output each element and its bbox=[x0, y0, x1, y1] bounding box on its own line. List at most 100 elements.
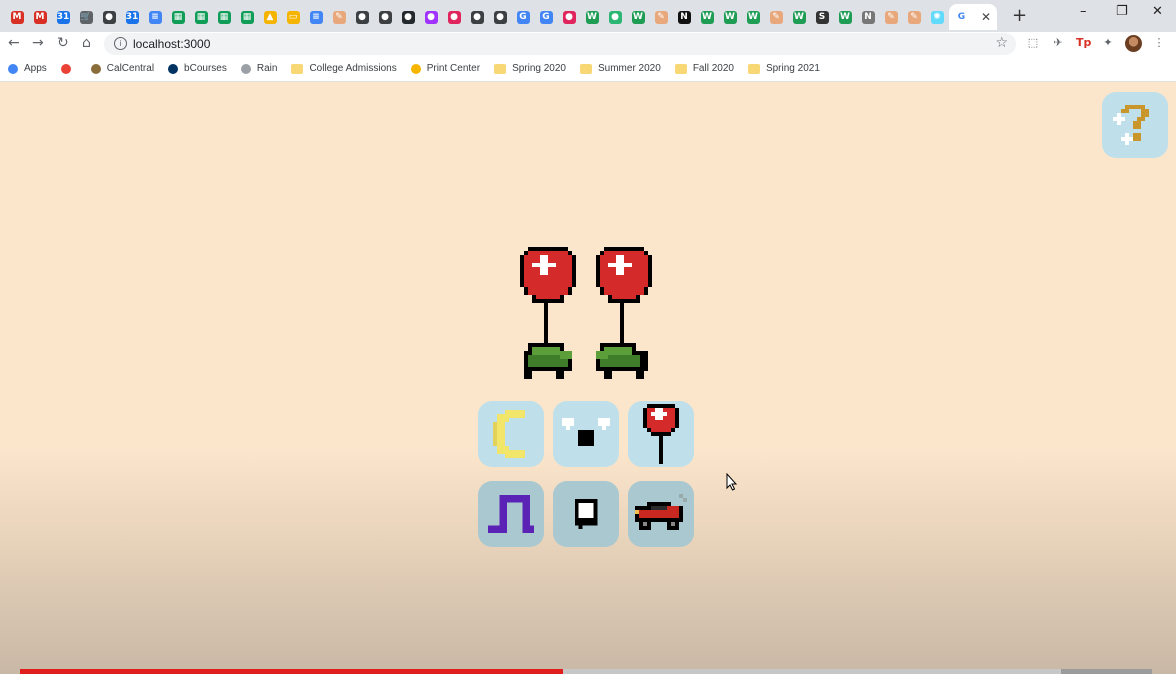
browser-tab[interactable]: G bbox=[535, 6, 557, 28]
bookmark-item[interactable]: College Admissions bbox=[291, 63, 397, 74]
bookmark-item[interactable]: Spring 2020 bbox=[494, 63, 566, 74]
tp-icon[interactable]: Tp bbox=[1076, 36, 1091, 50]
bookmarks-bar: Apps CalCentral bCourses Rain College Admiss… bbox=[0, 56, 1176, 82]
globe-icon: ● bbox=[470, 10, 484, 24]
eyes-tile[interactable] bbox=[553, 401, 619, 467]
balloon-turtles-hero bbox=[520, 247, 652, 379]
new-tab-button[interactable]: + bbox=[1012, 5, 1027, 26]
browser-tab[interactable]: ● bbox=[351, 6, 373, 28]
avatar[interactable] bbox=[1125, 35, 1142, 52]
bookmark-item[interactable]: Fall 2020 bbox=[674, 63, 734, 74]
page-content bbox=[0, 83, 1176, 674]
browser-tab[interactable]: ▲ bbox=[259, 6, 281, 28]
browser-tab[interactable]: ▦ bbox=[213, 6, 235, 28]
menu-icon[interactable]: ⋮ bbox=[1152, 36, 1166, 50]
folder-icon bbox=[674, 63, 687, 74]
bookmark-item[interactable] bbox=[60, 63, 77, 74]
bookmark-star-icon[interactable]: ☆ bbox=[995, 35, 1008, 51]
bookmark-item[interactable]: Apps bbox=[8, 63, 47, 74]
reload-icon[interactable]: ↻ bbox=[57, 35, 69, 51]
browser-tab[interactable]: ● bbox=[489, 6, 511, 28]
browser-tab[interactable]: ● bbox=[558, 6, 580, 28]
browser-tab[interactable]: M bbox=[6, 6, 28, 28]
browser-tab[interactable]: W bbox=[696, 6, 718, 28]
bookmark-item[interactable]: Rain bbox=[240, 63, 277, 74]
w-icon: W bbox=[792, 10, 806, 24]
browser-tab[interactable]: W bbox=[719, 6, 741, 28]
home-icon[interactable]: ⌂ bbox=[82, 35, 91, 51]
browser-tab-active[interactable]: G ✕ bbox=[949, 4, 997, 30]
url-text[interactable]: localhost:3000 bbox=[133, 37, 210, 51]
video-progress-bar[interactable] bbox=[20, 669, 1152, 674]
browser-tab[interactable]: ≡ bbox=[305, 6, 327, 28]
browser-tab[interactable]: ▦ bbox=[167, 6, 189, 28]
puzzle-icon[interactable]: ✦ bbox=[1101, 36, 1115, 50]
browser-tab[interactable]: ✎ bbox=[328, 6, 350, 28]
sheets-icon: ▦ bbox=[171, 10, 185, 24]
balloon-tile[interactable] bbox=[628, 401, 694, 467]
calendar-icon: 31 bbox=[125, 10, 139, 24]
folder-icon bbox=[747, 63, 760, 74]
browser-tab[interactable]: W bbox=[834, 6, 856, 28]
browser-tab[interactable]: ● bbox=[466, 6, 488, 28]
browser-tab[interactable]: W bbox=[581, 6, 603, 28]
browser-tab[interactable]: 🛒 bbox=[75, 6, 97, 28]
bird-icon[interactable]: ✈ bbox=[1051, 36, 1065, 50]
tab-close-icon[interactable]: ✕ bbox=[981, 10, 991, 24]
browser-tab[interactable]: ▭ bbox=[282, 6, 304, 28]
browser-tab[interactable]: ▦ bbox=[236, 6, 258, 28]
browser-tab[interactable]: N bbox=[673, 6, 695, 28]
tutor-icon: ✎ bbox=[907, 10, 921, 24]
browser-tab[interactable]: W bbox=[627, 6, 649, 28]
help-button[interactable] bbox=[1102, 92, 1168, 158]
box-tile[interactable] bbox=[553, 481, 619, 547]
bookmark-item[interactable]: Print Center bbox=[410, 63, 481, 74]
car-tile[interactable] bbox=[628, 481, 694, 547]
browser-tab[interactable]: ● bbox=[374, 6, 396, 28]
browser-tab[interactable]: ✎ bbox=[765, 6, 787, 28]
address-bar[interactable]: i localhost:3000 ☆ bbox=[104, 33, 1016, 55]
restore-button[interactable]: ❐ bbox=[1116, 4, 1128, 19]
wave-tile[interactable] bbox=[478, 481, 544, 547]
bookmark-label: Fall 2020 bbox=[692, 63, 734, 74]
browser-tab[interactable]: S bbox=[811, 6, 833, 28]
browser-tab[interactable]: 31 bbox=[52, 6, 74, 28]
browser-tab[interactable]: ● bbox=[397, 6, 419, 28]
screenshot-icon[interactable]: ⬚ bbox=[1026, 36, 1040, 50]
browser-tab[interactable]: W bbox=[742, 6, 764, 28]
browser-tab[interactable]: M bbox=[29, 6, 51, 28]
minimize-button[interactable]: – bbox=[1080, 4, 1087, 19]
bookmark-item[interactable]: bCourses bbox=[168, 63, 227, 74]
browser-tab[interactable]: ● bbox=[443, 6, 465, 28]
w-icon: W bbox=[723, 10, 737, 24]
notion-icon: N bbox=[861, 10, 875, 24]
info-icon[interactable]: i bbox=[114, 37, 127, 50]
bookmark-label: Print Center bbox=[426, 63, 481, 74]
browser-tab[interactable]: ▦ bbox=[190, 6, 212, 28]
browser-tab[interactable]: ✎ bbox=[903, 6, 925, 28]
bookmark-item[interactable]: Summer 2020 bbox=[580, 63, 661, 74]
w-icon: W bbox=[585, 10, 599, 24]
moon-tile[interactable] bbox=[478, 401, 544, 467]
browser-tab[interactable]: 31 bbox=[121, 6, 143, 28]
bookmark-item[interactable]: Spring 2021 bbox=[747, 63, 820, 74]
browser-tab[interactable]: ✎ bbox=[650, 6, 672, 28]
browser-tab[interactable]: G bbox=[512, 6, 534, 28]
browser-tab[interactable]: ✎ bbox=[880, 6, 902, 28]
browser-tab[interactable]: W bbox=[788, 6, 810, 28]
bookmark-label: Spring 2020 bbox=[512, 63, 566, 74]
browser-toolbar: ← → ↻ ⌂ i localhost:3000 ☆ ⬚ ✈ Tp ✦ ⋮ bbox=[0, 32, 1176, 56]
browser-tab[interactable]: ● bbox=[420, 6, 442, 28]
car-icon bbox=[635, 494, 687, 530]
bookmark-item[interactable]: CalCentral bbox=[90, 63, 154, 74]
box-icon bbox=[574, 499, 598, 529]
forward-icon[interactable]: → bbox=[32, 35, 44, 51]
back-icon[interactable]: ← bbox=[8, 35, 20, 51]
window-close-button[interactable]: ✕ bbox=[1152, 4, 1163, 19]
tab-strip: M M 31 🛒 ● 31 ≡ ▦ ▦ ▦ ▦ ▲ ▭ ≡ ✎ ● ● ● ● ● ● ● G G ● W ● W ✎ N W W W ✎ W S W N… bbox=[0, 0, 1176, 32]
browser-tab[interactable]: N bbox=[857, 6, 879, 28]
browser-tab[interactable]: ● bbox=[604, 6, 626, 28]
browser-tab[interactable]: ≡ bbox=[144, 6, 166, 28]
browser-tab[interactable]: ✺ bbox=[926, 6, 948, 28]
browser-tab[interactable]: ● bbox=[98, 6, 120, 28]
